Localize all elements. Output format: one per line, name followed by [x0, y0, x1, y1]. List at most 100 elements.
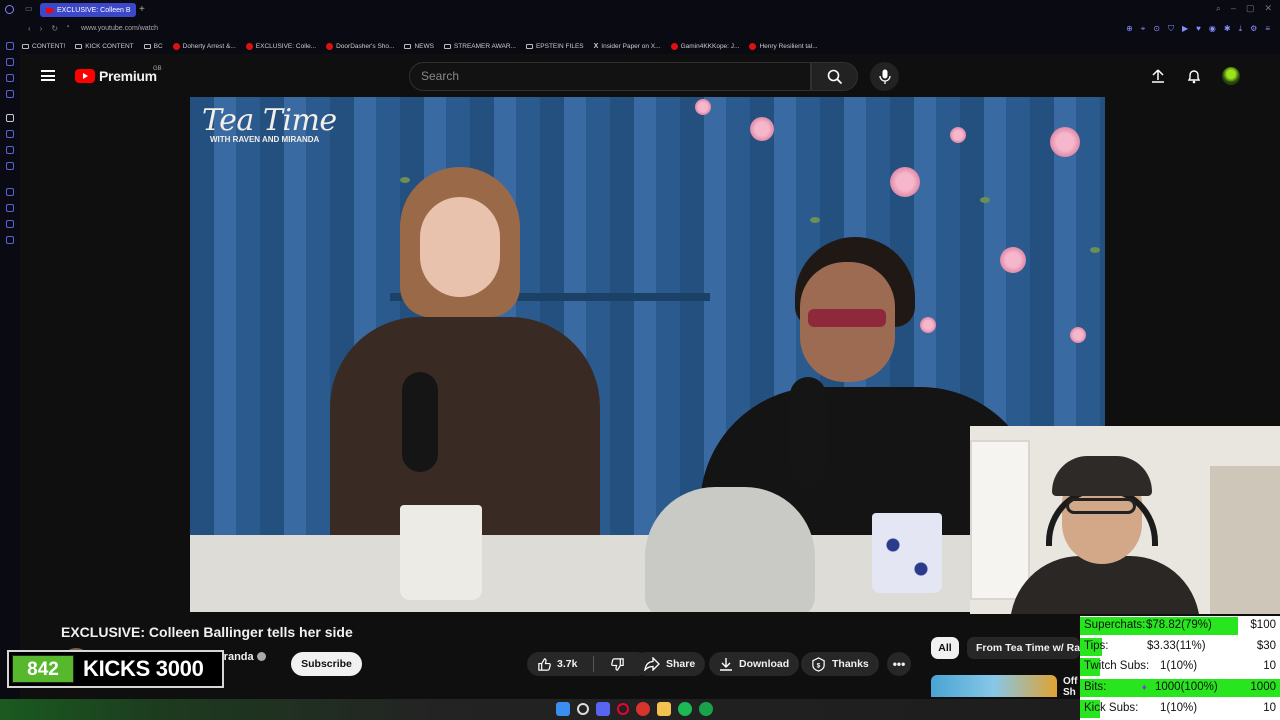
settings-icon[interactable]: ⚙ [1250, 24, 1257, 34]
messenger-icon[interactable] [6, 58, 14, 66]
bookmark-label: Henry Resilient tal... [759, 42, 818, 50]
verified-icon [256, 652, 266, 661]
zoom-icon[interactable]: ⊕ [1126, 24, 1133, 34]
chip-all[interactable]: All [931, 637, 959, 659]
twitch-icon[interactable] [6, 130, 14, 138]
download-icon[interactable]: ⤓ [1239, 24, 1243, 34]
bookmark-item[interactable]: Doherty Arrest &... [172, 42, 236, 50]
extensions-icon[interactable]: ✱ [1224, 24, 1231, 34]
tab-active[interactable]: EXCLUSIVE: Colleen B [40, 3, 136, 17]
bookmark-icon[interactable] [6, 204, 14, 212]
maximize-icon[interactable]: ▢ [1246, 3, 1255, 14]
download-button[interactable]: Download [709, 652, 800, 676]
browser-logo-icon[interactable] [5, 5, 14, 14]
bookmark-item[interactable]: CONTENT! [22, 43, 65, 50]
bookmark-item[interactable]: X Insider Paper on X... [594, 43, 661, 50]
like-button[interactable]: 3.7k [527, 652, 587, 676]
header-actions [1150, 67, 1240, 85]
youtube-logo[interactable]: Premium GB [75, 66, 162, 84]
bookmark-item[interactable]: KICK CONTENT [75, 43, 134, 50]
minimize-icon[interactable]: – [1231, 3, 1236, 14]
upload-icon[interactable] [1150, 68, 1166, 84]
bookmark-item[interactable]: Henry Resilient tal... [749, 42, 818, 50]
discord-taskbar-icon[interactable] [596, 702, 610, 716]
recommended-video-title[interactable]: Off Sh [1063, 676, 1077, 698]
bookmark-item[interactable]: Gamin4KKKope: J... [670, 42, 739, 50]
close-icon[interactable]: ✕ [1264, 3, 1272, 14]
discord-icon[interactable] [6, 146, 14, 154]
start-windows-icon[interactable] [556, 702, 570, 716]
bookmark-item[interactable]: EXCLUSIVE: Colle... [245, 42, 316, 50]
camera-icon[interactable]: ◉ [1209, 24, 1216, 34]
url-field[interactable]: www.youtube.com/watch [81, 25, 158, 32]
download-arrow-icon [720, 658, 732, 671]
decor-leaf [1090, 247, 1100, 253]
forward-icon[interactable]: › [40, 24, 43, 33]
share-button[interactable]: Share [634, 652, 706, 676]
history-icon[interactable] [6, 42, 14, 50]
xbox-icon[interactable] [699, 702, 713, 716]
recommended-video-thumbnail[interactable] [931, 675, 1057, 697]
goal-label: Superchats: [1084, 619, 1146, 631]
ai-icon[interactable] [6, 114, 14, 122]
taskbar-search-icon[interactable] [577, 703, 589, 715]
tab-menu-icon[interactable]: ▭ [25, 4, 33, 13]
thanks-button[interactable]: $ Thanks [801, 652, 879, 676]
instagram-icon[interactable] [6, 162, 14, 170]
sidebar-settings-icon[interactable] [6, 236, 14, 244]
thanks-heart-icon: $ [812, 656, 825, 672]
bookmark-item[interactable]: STREAMER AWAR... [443, 43, 516, 50]
microphone-icon [878, 69, 891, 84]
telegram-icon[interactable] [6, 90, 14, 98]
goal-row-bits: Bits: ♦ 1000(100%) 1000 [1080, 678, 1280, 698]
back-icon[interactable]: ‹ [28, 24, 31, 33]
bookmark-item[interactable]: BC [143, 43, 163, 50]
download-label: Download [739, 658, 790, 670]
voice-search-button[interactable] [870, 62, 899, 91]
clock-icon[interactable] [6, 188, 14, 196]
notes-icon[interactable] [6, 220, 14, 228]
file-explorer-icon[interactable] [657, 702, 671, 716]
goal-row-kick-subs: Kick Subs: 1(10%) 10 [1080, 699, 1280, 719]
search-input[interactable]: Search [409, 62, 811, 91]
heart-icon[interactable]: ♥ [1196, 24, 1201, 34]
chrome-taskbar-icon[interactable] [636, 702, 650, 716]
folder-icon [404, 43, 412, 49]
goal-target: 10 [1263, 660, 1276, 672]
goal-target: 10 [1263, 702, 1276, 714]
webcam-window [970, 440, 1030, 600]
more-dots-icon: ••• [892, 657, 906, 671]
menu-icon[interactable]: ≡ [1265, 24, 1270, 34]
shield-icon[interactable]: ⛉ [1168, 24, 1174, 34]
chip-from-channel[interactable]: From Tea Time w/ Raven [967, 637, 1080, 659]
podcast-microphone [790, 377, 826, 487]
play-icon[interactable]: ▶ [1182, 24, 1188, 34]
youtube-icon [172, 42, 180, 50]
search-tabs-icon[interactable]: ⌕ [1216, 3, 1221, 14]
region-code: GB [153, 66, 162, 72]
search-button[interactable] [811, 62, 858, 91]
whatsapp-icon[interactable] [6, 74, 14, 82]
bookmark-item[interactable]: NEWS [404, 43, 434, 50]
account-avatar[interactable] [1222, 67, 1240, 85]
translate-icon[interactable]: ⌖ [1141, 24, 1146, 34]
spotify-icon[interactable] [678, 702, 692, 716]
hamburger-menu-icon[interactable] [41, 70, 55, 81]
dislike-button[interactable] [600, 652, 635, 676]
bookmarks-bar: CONTENT! KICK CONTENT BC Doherty Arrest … [22, 38, 1280, 54]
bookmark-item[interactable]: EPSTEIN FILES [525, 43, 584, 50]
bookmark-item[interactable]: DoorDasher's Sho... [326, 42, 394, 50]
bits-gem-icon: ♦ [1142, 682, 1147, 692]
pin-icon[interactable]: ⊙ [1153, 24, 1160, 34]
reload-icon[interactable]: ↻ [51, 24, 58, 33]
new-tab-icon[interactable]: + [139, 4, 145, 15]
subscribe-button[interactable]: Subscribe [291, 652, 362, 676]
kicks-label: KICKS 3000 [83, 656, 204, 681]
decor-flower [890, 167, 920, 197]
opera-taskbar-icon[interactable] [617, 703, 629, 715]
video-player[interactable]: Tea Time WITH RAVEN AND MIRANDA [190, 97, 1105, 612]
youtube-icon [245, 42, 253, 50]
kicks-goal-counter: 842 KICKS 3000 [7, 650, 224, 688]
more-actions-button[interactable]: ••• [887, 652, 911, 676]
notifications-bell-icon[interactable] [1186, 68, 1202, 84]
